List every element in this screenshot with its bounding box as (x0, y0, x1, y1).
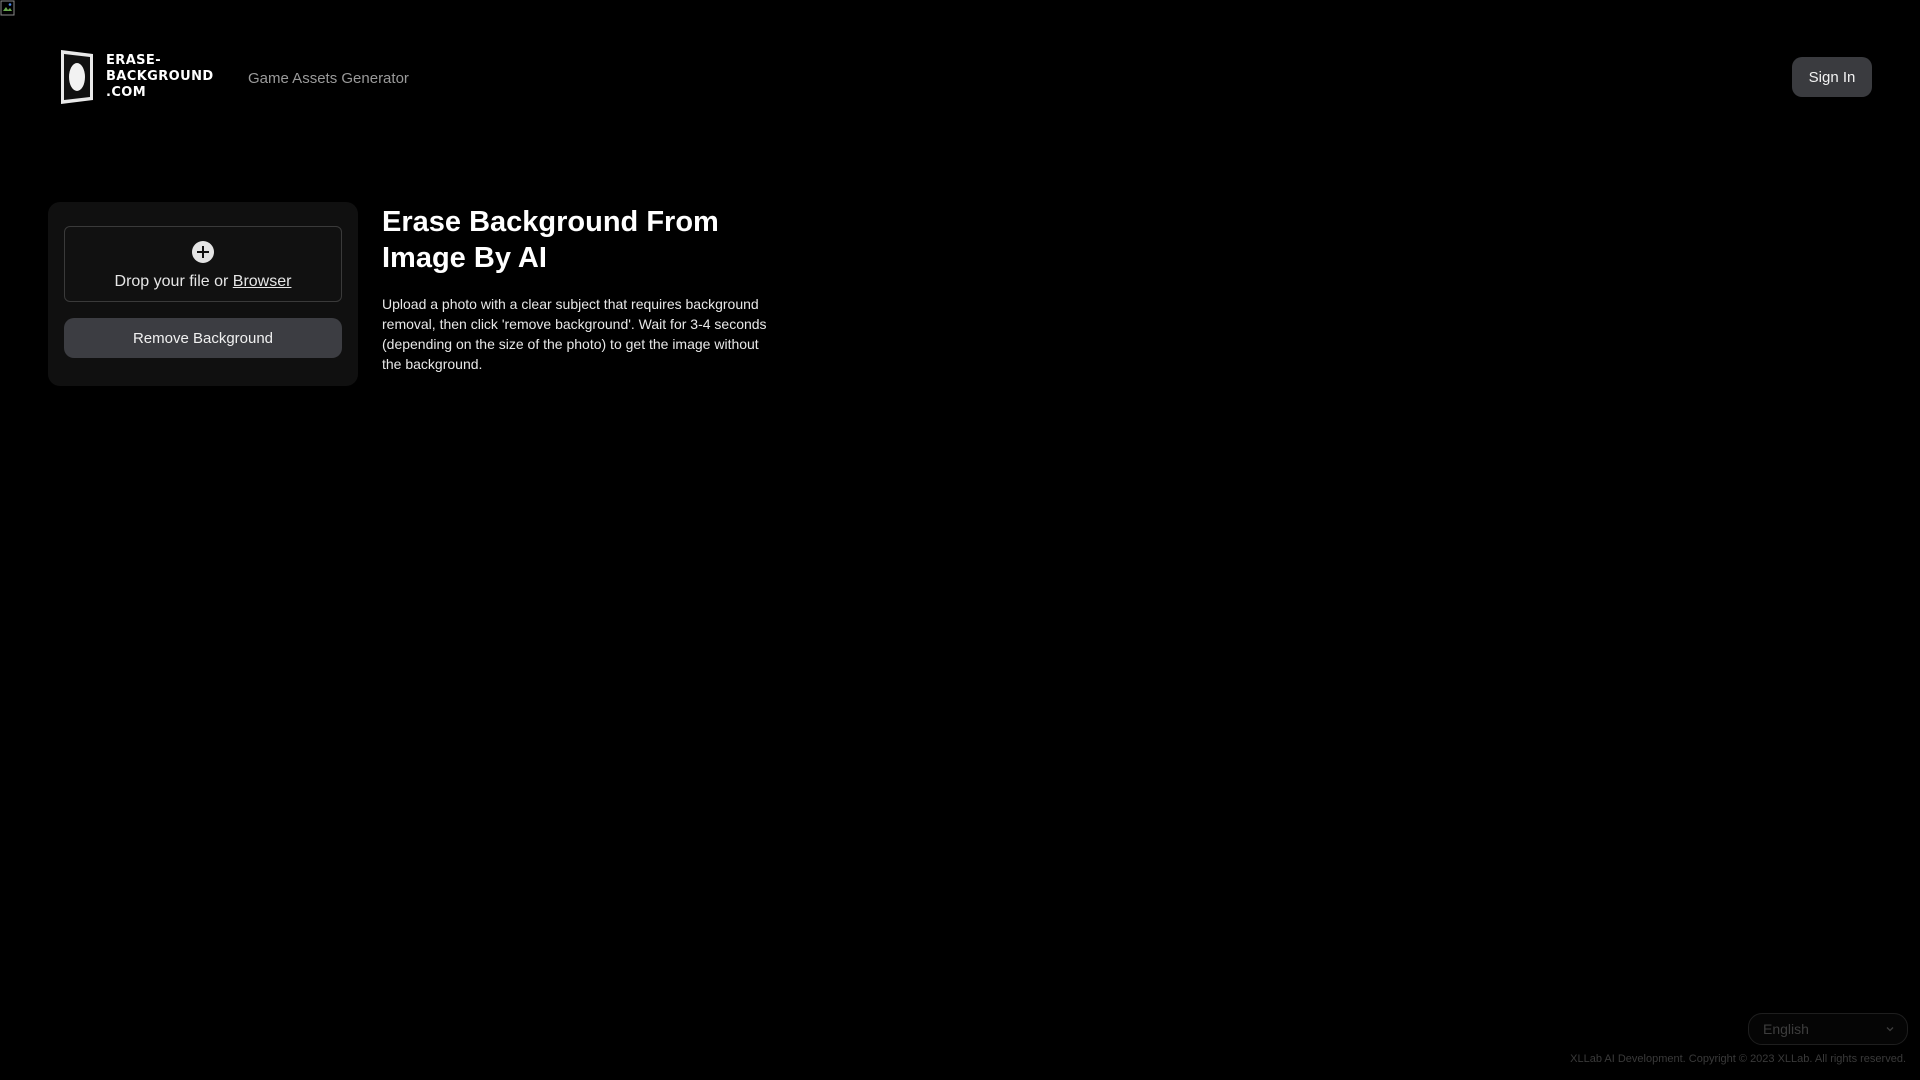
drop-instructions: Drop your file or Browser (65, 273, 341, 291)
browser-link[interactable]: Browser (233, 273, 292, 290)
logo-line-3: .COM (106, 85, 147, 100)
site-header: ERASE- BACKGROUND .COM Game Assets Gener… (0, 0, 1920, 160)
upload-card: Drop your file or Browser Remove Backgro… (48, 202, 358, 386)
drop-text-label: Drop your file or (114, 273, 233, 290)
plus-circle-icon (192, 241, 214, 263)
site-logo[interactable]: ERASE- BACKGROUND .COM (60, 48, 214, 106)
page-description: Upload a photo with a clear subject that… (382, 296, 767, 372)
chevron-down-icon (1885, 1024, 1895, 1034)
logo-line-2: BACKGROUND (106, 69, 214, 84)
page-title: Erase Background From Image By AI (382, 206, 719, 274)
language-select[interactable]: English (1748, 1013, 1908, 1045)
hero-section: Erase Background From Image By AI Upload… (382, 204, 772, 374)
nav-game-assets-generator[interactable]: Game Assets Generator (248, 70, 409, 87)
logo-line-1: ERASE- (106, 53, 161, 68)
language-selected-value: English (1763, 1021, 1809, 1037)
logo-mark-icon (61, 50, 93, 104)
logo-wordmark: ERASE- BACKGROUND .COM (106, 53, 214, 101)
copyright-notice: XLLab AI Development. Copyright © 2023 X… (1570, 1053, 1906, 1065)
file-dropzone[interactable]: Drop your file or Browser (64, 226, 342, 302)
remove-background-button[interactable]: Remove Background (64, 318, 342, 358)
sign-in-button[interactable]: Sign In (1792, 57, 1872, 97)
